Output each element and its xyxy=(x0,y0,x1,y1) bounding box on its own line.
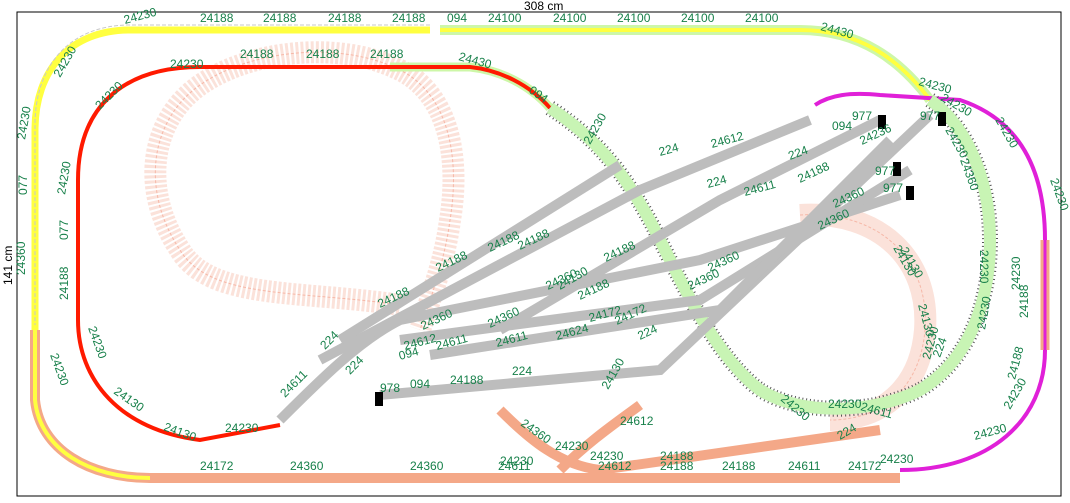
track-label: 24188 xyxy=(370,47,404,61)
track-label: 24611 xyxy=(788,459,821,473)
track-label: 24230 xyxy=(47,351,72,387)
hidden-loop-dashed xyxy=(144,41,465,334)
track-label: 24611 xyxy=(742,177,777,199)
track-label: 24230 xyxy=(992,115,1021,151)
track-label: 077 xyxy=(16,175,30,195)
track-label: 24230 xyxy=(1009,256,1023,290)
track-label: 24130 xyxy=(111,384,147,415)
track-label: 977 xyxy=(852,109,872,123)
track-label: 24230 xyxy=(880,452,914,466)
track-label: 24188 xyxy=(306,47,340,61)
track-label: 24230 xyxy=(500,454,534,468)
track-label: 24188 xyxy=(263,11,297,25)
track-label: 977 xyxy=(875,164,895,178)
track-label: 977 xyxy=(920,109,940,123)
track-label: 094 xyxy=(832,119,852,133)
track-label: 24172 xyxy=(848,459,882,473)
track-label: 24360 xyxy=(410,459,444,473)
track-label: 24230 xyxy=(590,449,624,463)
track-label: 24188 xyxy=(722,459,756,473)
track-label: 224 xyxy=(657,140,680,159)
track-label: 224 xyxy=(512,364,532,378)
track-label: 24230 xyxy=(555,439,589,453)
track-label: 24360 xyxy=(290,459,324,473)
track-label: 24230 xyxy=(85,324,110,360)
track-label: 978 xyxy=(380,381,400,395)
track-label: 24230 xyxy=(92,78,126,112)
track-label: 24360 xyxy=(14,241,28,275)
track-label: 24100 xyxy=(553,11,587,25)
track-label: 24100 xyxy=(488,11,522,25)
track-label: 24130 xyxy=(162,420,198,445)
track-label: 24100 xyxy=(681,11,715,25)
track-label: 24612 xyxy=(620,414,654,428)
track-label: 24230 xyxy=(225,421,259,435)
track-label: 24230 xyxy=(977,250,991,284)
track-label: 094 xyxy=(397,344,420,363)
layout-plan: 308 cm 141 cm 24230 24188 24188 24188 24… xyxy=(1,0,1070,497)
track-label: 24188 xyxy=(57,266,71,300)
track-label: 24188 xyxy=(328,11,362,25)
track-label: 24230 xyxy=(828,397,862,411)
track-label: 977 xyxy=(883,181,903,195)
track-label: 24188 xyxy=(200,11,234,25)
track-label: 077 xyxy=(57,220,71,240)
track-label: 24188 xyxy=(240,47,274,61)
track-label: 094 xyxy=(410,377,430,391)
track-label: 24100 xyxy=(745,11,779,25)
track-label: 24188 xyxy=(1004,345,1026,381)
track-label: 224 xyxy=(705,172,728,191)
track-label: 24188 xyxy=(450,373,484,387)
track-label: 24172 xyxy=(200,459,234,473)
height-dimension: 141 cm xyxy=(1,246,15,285)
track-label: 24188 xyxy=(392,11,426,25)
track-label: 24624 xyxy=(554,321,590,343)
track-label: 24230 xyxy=(1047,176,1070,212)
track-label: 24230 xyxy=(54,160,74,196)
track-label: 094 xyxy=(447,11,467,25)
track-label: 24100 xyxy=(617,11,651,25)
track-label: 24230 xyxy=(170,57,204,71)
track-label: 24188 xyxy=(660,449,694,463)
track-label: 24230 xyxy=(122,5,158,27)
